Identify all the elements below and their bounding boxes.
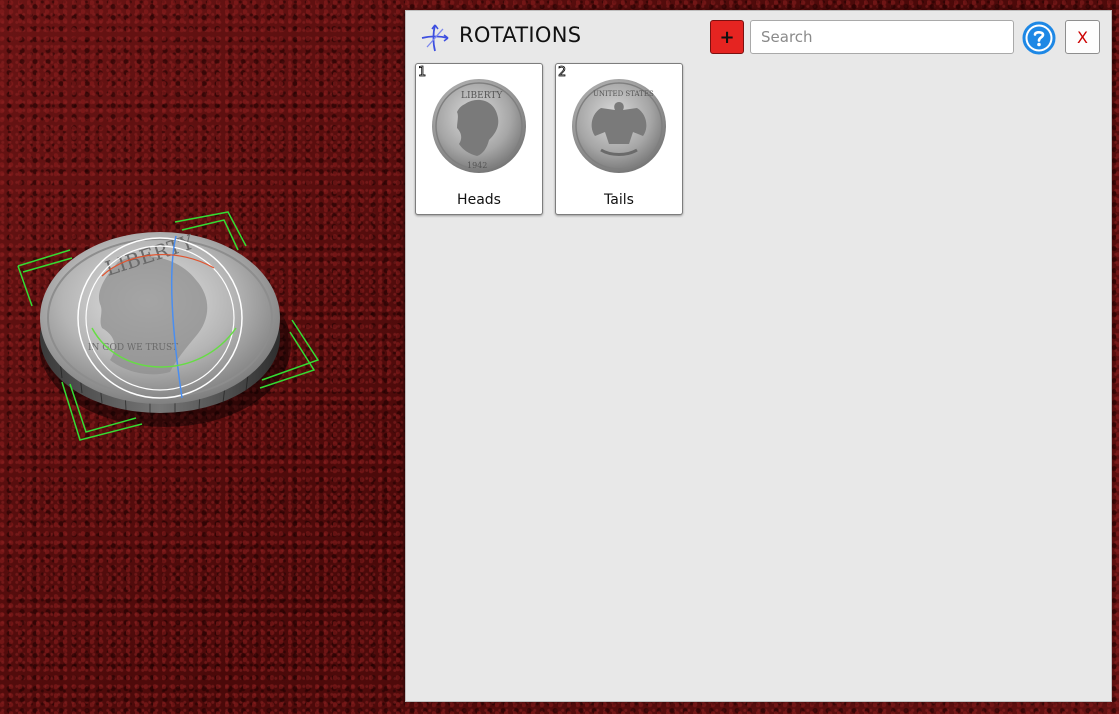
panel-title: ROTATIONS (459, 23, 582, 47)
svg-text:IN GOD WE TRUST: IN GOD WE TRUST (88, 343, 178, 353)
rotations-panel: ROTATIONS + X 1 (405, 10, 1112, 702)
rotation-card-heads[interactable]: 1 LIBERTY 1942 Heads (415, 63, 543, 215)
coin-heads-thumbnail: LIBERTY 1942 (432, 79, 526, 173)
rotation-index: 2 (558, 65, 567, 81)
svg-text:1942: 1942 (467, 161, 487, 170)
coin-object[interactable]: LIBERTY IN GOD WE TRUST (0, 0, 405, 714)
rotation-card-tails[interactable]: 2 UNITED STATES Tails (555, 63, 683, 215)
svg-text:UNITED STATES: UNITED STATES (593, 90, 654, 98)
help-button[interactable] (1022, 21, 1056, 55)
rotation-label: Tails (604, 192, 634, 208)
svg-text:LIBERTY: LIBERTY (461, 91, 503, 101)
rotation-index: 1 (418, 65, 427, 81)
search-input[interactable] (750, 20, 1014, 54)
close-button[interactable]: X (1065, 20, 1100, 54)
rotation-list: 1 LIBERTY 1942 Heads 2 UNITED STATES Tai… (415, 63, 683, 215)
add-rotation-button[interactable]: + (710, 20, 744, 54)
rotation-label: Heads (457, 192, 501, 208)
panel-header: ROTATIONS + X (406, 11, 1111, 63)
help-question-icon (1022, 21, 1056, 55)
game-scene-viewport[interactable]: LIBERTY IN GOD WE TRUST (0, 0, 405, 714)
rotate-axes-icon (420, 23, 450, 53)
coin-tails-thumbnail: UNITED STATES (572, 79, 666, 173)
